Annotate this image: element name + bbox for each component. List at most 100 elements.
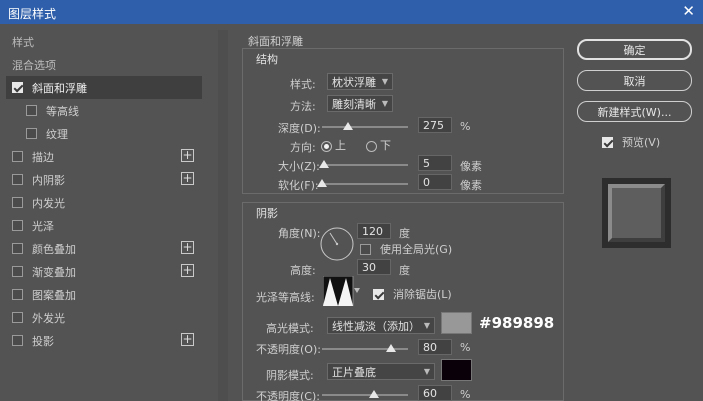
styles-header[interactable]: 样式 (6, 30, 202, 53)
angle-dial[interactable] (319, 226, 355, 262)
direction-down-label: 下 (380, 139, 391, 152)
size-field[interactable]: 5 (418, 155, 452, 171)
technique-select[interactable]: 雕刻清晰 ▼ (327, 95, 393, 112)
gloss-contour-label: 光泽等高线: (256, 291, 315, 304)
style-item[interactable]: 光泽 (6, 214, 202, 237)
gloss-contour-swatch[interactable] (323, 276, 361, 306)
checkbox-checked-icon[interactable] (12, 82, 23, 93)
checkbox-icon[interactable] (12, 243, 23, 254)
style-select[interactable]: 枕状浮雕 ▼ (327, 73, 393, 90)
blend-options-item[interactable]: 混合选项 (6, 53, 202, 76)
checkbox-icon[interactable] (12, 335, 23, 346)
checkbox-icon[interactable] (12, 289, 23, 300)
add-icon[interactable]: + (181, 172, 194, 185)
ok-button[interactable]: 确定 (577, 39, 692, 60)
style-item-label: 斜面和浮雕 (32, 81, 87, 95)
depth-slider-thumb[interactable] (342, 122, 353, 130)
global-light-label: 使用全局光(G) (380, 243, 453, 256)
soften-field[interactable]: 0 (418, 174, 452, 190)
shading-title: 阴影 (256, 207, 278, 220)
style-item-label: 内阴影 (32, 173, 65, 187)
styles-scrollbar[interactable] (218, 30, 228, 401)
depth-unit: % (460, 120, 471, 133)
preview-label: 预览(V) (622, 136, 661, 149)
altitude-field[interactable]: 30 (357, 259, 391, 275)
shadow-mode-select[interactable]: 正片叠底 ▼ (327, 363, 435, 380)
style-item[interactable]: 内发光 (6, 191, 202, 214)
highlight-opacity-thumb[interactable] (385, 344, 396, 352)
style-item-label: 等高线 (46, 104, 79, 118)
window-title: 图层样式 (8, 7, 57, 21)
direction-down-radio[interactable]: 下 (366, 137, 391, 153)
style-item[interactable]: 内阴影 + (6, 168, 202, 191)
direction-label: 方向: (290, 141, 316, 154)
bevel-section-title: 斜面和浮雕 (248, 35, 303, 48)
shadow-opacity-unit: % (460, 388, 471, 401)
preview-checkbox[interactable]: 预览(V) (602, 134, 660, 150)
style-item-label: 颜色叠加 (32, 242, 76, 256)
altitude-unit: 度 (399, 264, 410, 277)
checkbox-checked-icon (602, 136, 613, 148)
add-icon[interactable]: + (181, 333, 194, 346)
style-item[interactable]: 纹理 (6, 122, 202, 145)
style-item-label: 内发光 (32, 196, 65, 210)
checkbox-icon[interactable] (12, 151, 23, 162)
add-icon[interactable]: + (181, 264, 194, 277)
size-label: 大小(Z): (278, 160, 320, 173)
highlight-opacity-field[interactable]: 80 (418, 339, 452, 355)
style-item[interactable]: 图案叠加 (6, 283, 202, 306)
style-item[interactable]: 斜面和浮雕 (6, 76, 202, 99)
new-style-button[interactable]: 新建样式(W)... (577, 101, 692, 122)
style-item[interactable]: 等高线 (6, 99, 202, 122)
checkbox-icon[interactable] (12, 220, 23, 231)
style-item-label: 投影 (32, 334, 54, 348)
shadow-opacity-field[interactable]: 60 (418, 385, 452, 401)
styles-header-label: 样式 (12, 35, 34, 49)
antialias-checkbox[interactable]: 消除锯齿(L) (373, 286, 452, 302)
shadow-mode-label: 阴影模式: (266, 369, 314, 382)
checkbox-icon[interactable] (26, 128, 37, 139)
style-label: 样式: (290, 78, 316, 91)
direction-up-radio[interactable]: 上 (321, 137, 346, 153)
style-item[interactable]: 颜色叠加 + (6, 237, 202, 260)
close-icon[interactable]: ✕ (682, 2, 695, 20)
style-item[interactable]: 描边 + (6, 145, 202, 168)
highlight-opacity-label: 不透明度(O): (256, 343, 321, 356)
style-item-label: 描边 (32, 150, 54, 164)
style-item[interactable]: 渐变叠加 + (6, 260, 202, 283)
radio-on-icon (321, 140, 332, 152)
style-select-value: 枕状浮雕 (332, 75, 376, 89)
highlight-mode-select[interactable]: 线性减淡（添加） ▼ (327, 317, 435, 334)
style-item[interactable]: 外发光 (6, 306, 202, 329)
depth-label: 深度(D): (278, 122, 321, 135)
add-icon[interactable]: + (181, 241, 194, 254)
size-slider-track[interactable] (322, 164, 408, 166)
checkbox-icon[interactable] (26, 105, 37, 116)
checkbox-icon[interactable] (12, 312, 23, 323)
checkbox-checked-icon (373, 288, 384, 300)
soften-slider-track[interactable] (322, 183, 408, 185)
technique-select-value: 雕刻清晰 (332, 97, 376, 111)
style-item[interactable]: 投影 + (6, 329, 202, 352)
depth-field[interactable]: 275 (418, 117, 452, 133)
angle-unit: 度 (399, 227, 410, 240)
soften-slider-thumb[interactable] (317, 179, 327, 187)
highlight-color-annotation: #989898 (479, 314, 555, 332)
cancel-button[interactable]: 取消 (577, 70, 692, 91)
global-light-checkbox[interactable]: 使用全局光(G) (360, 241, 452, 257)
angle-field[interactable]: 120 (357, 223, 391, 239)
checkbox-icon[interactable] (12, 174, 23, 185)
shadow-color-swatch[interactable] (441, 359, 472, 381)
size-slider-thumb[interactable] (318, 160, 329, 168)
add-icon[interactable]: + (181, 149, 194, 162)
checkbox-icon[interactable] (12, 266, 23, 277)
depth-slider-track[interactable] (322, 126, 408, 128)
shadow-opacity-track[interactable] (322, 394, 408, 396)
highlight-color-swatch[interactable] (441, 312, 472, 334)
shadow-opacity-thumb[interactable] (368, 390, 379, 398)
chevron-down-icon: ▼ (381, 99, 388, 108)
angle-label: 角度(N): (278, 227, 321, 240)
blend-options-label: 混合选项 (12, 58, 56, 72)
checkbox-icon[interactable] (12, 197, 23, 208)
styles-list: 样式 混合选项 斜面和浮雕 等高线 纹理 描边 + 内阴影 + 内发光 光泽 颜色叠加 + 渐变叠加 +… (6, 30, 202, 401)
